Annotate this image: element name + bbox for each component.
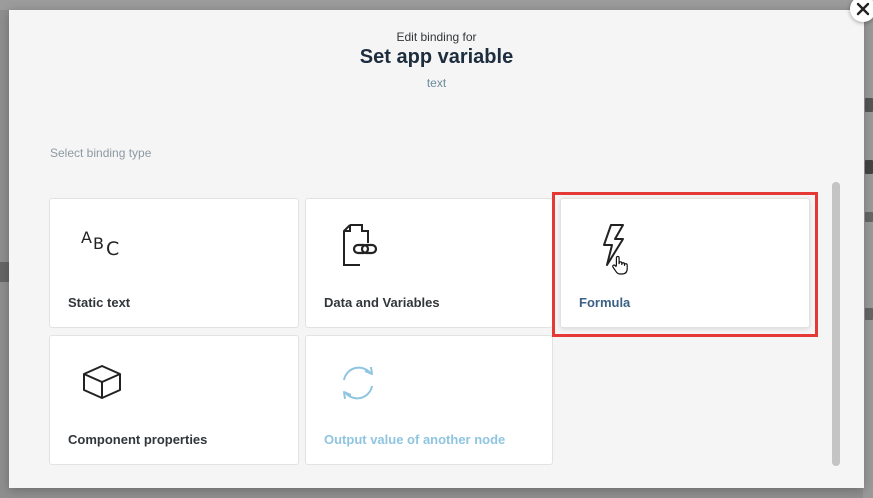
scrollbar[interactable]: [832, 182, 840, 466]
dialog-subtitle: Edit binding for: [396, 30, 477, 44]
close-button[interactable]: [850, 0, 873, 22]
background-app-strip: [0, 0, 873, 10]
binding-type-component-properties[interactable]: Component properties: [49, 335, 299, 465]
section-label: Select binding type: [50, 146, 152, 160]
document-link-icon: [343, 224, 378, 266]
refresh-cycle-icon: [343, 366, 373, 400]
scrollbar-thumb[interactable]: [832, 182, 840, 466]
svg-text:A: A: [81, 228, 92, 247]
cube-icon: [83, 365, 121, 399]
binding-type-label: Output value of another node: [324, 432, 506, 447]
binding-type-label: Data and Variables: [324, 295, 440, 310]
background-app-panel: [863, 0, 873, 498]
svg-text:B: B: [93, 234, 104, 253]
svg-text:C: C: [106, 238, 119, 260]
close-icon: [856, 2, 870, 16]
binding-type-label: Static text: [68, 295, 131, 310]
dialog-title: Set app variable: [359, 46, 514, 68]
binding-type-data-and-variables[interactable]: Data and Variables: [305, 198, 553, 328]
dialog-property: text: [426, 76, 447, 90]
binding-type-output-value: Output value of another node: [305, 335, 553, 465]
binding-type-static-text[interactable]: A B C Static text: [49, 198, 299, 328]
abc-text-icon: A B C: [81, 228, 119, 260]
binding-type-label: Formula: [579, 295, 631, 310]
binding-type-label: Component properties: [68, 432, 208, 447]
background-app-toolbar: [0, 262, 9, 282]
binding-type-formula[interactable]: Formula: [560, 198, 810, 328]
pointer-hand-icon: [612, 255, 628, 275]
